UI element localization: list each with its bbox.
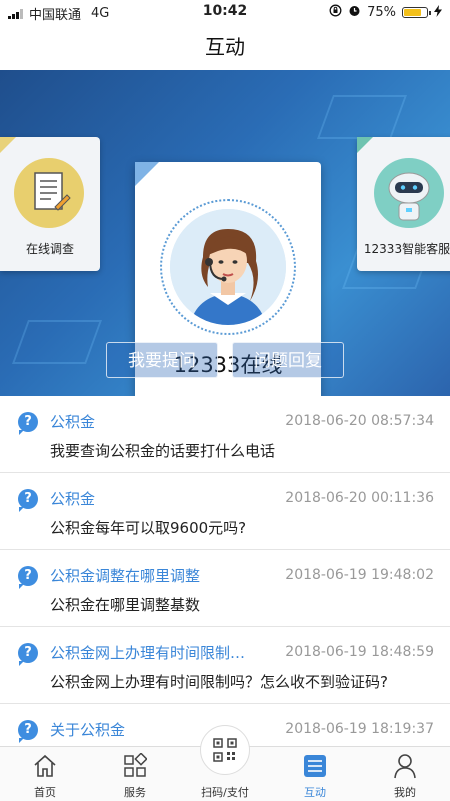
robot-icon: [374, 158, 444, 228]
question-time: 2018-06-19 18:48:59: [285, 644, 434, 660]
scan-button-circle: [200, 725, 250, 775]
survey-icon: [14, 158, 84, 228]
question-icon: ?: [18, 489, 38, 512]
qr-code-icon: [213, 738, 237, 762]
list-item[interactable]: ? 公积金 2018-06-20 08:57:34 我要查询公积金的话要打什么电…: [0, 396, 450, 473]
agent-avatar-ring: [160, 199, 296, 335]
question-time: 2018-06-20 00:11:36: [285, 490, 434, 506]
question-reply-button[interactable]: 问题回复: [232, 342, 344, 378]
status-right: 75%: [329, 4, 442, 21]
list-icon: [304, 755, 326, 777]
question-icon: ?: [18, 412, 38, 435]
ask-question-button[interactable]: 我要提问: [106, 342, 218, 378]
question-icon: ?: [18, 566, 38, 589]
grid-icon: [124, 753, 147, 777]
question-icon: ?: [18, 720, 38, 743]
battery-percent: 75%: [367, 5, 396, 20]
charging-icon: [434, 4, 442, 21]
tab-scan-pay[interactable]: 扫码/支付: [180, 725, 270, 801]
list-item[interactable]: ? 公积金调整在哪里调整 2018-06-19 19:48:02 公积金在哪里调…: [0, 550, 450, 627]
question-text: 我要查询公积金的话要打什么电话: [50, 442, 276, 460]
tab-mine[interactable]: 我的: [360, 747, 450, 801]
battery-icon: [402, 7, 431, 18]
decorative-hex: [316, 95, 408, 139]
question-category: 公积金: [50, 490, 96, 508]
tab-service-label: 服务: [124, 786, 146, 799]
question-icon: ?: [18, 643, 38, 666]
tab-service[interactable]: 服务: [90, 747, 180, 801]
person-icon: [394, 754, 416, 779]
status-bar: 中国联通 4G 10:42 75%: [0, 0, 450, 24]
question-time: 2018-06-20 08:57:34: [285, 413, 434, 429]
home-icon: [34, 754, 56, 777]
online-survey-label: 在线调查: [25, 242, 74, 256]
question-list: ? 公积金 2018-06-20 08:57:34 我要查询公积金的话要打什么电…: [0, 396, 450, 746]
bottom-tab-bar: 首页 服务 扫码/支付 互动 我的: [0, 725, 450, 801]
question-time: 2018-06-19 18:19:37: [285, 721, 434, 737]
question-text: 公积金在哪里调整基数: [50, 596, 201, 614]
tab-interaction[interactable]: 互动: [270, 747, 360, 801]
smart-service-label: 12333智能客服: [363, 242, 450, 256]
interaction-banner: 在线调查 12333智能客服 12333在线 我要提问 问题回复: [0, 70, 450, 396]
tab-home[interactable]: 首页: [0, 747, 90, 801]
card-corner: [0, 137, 16, 153]
question-text: 公积金网上办理有时间限制吗？怎么收不到验证码?: [50, 673, 388, 691]
list-item[interactable]: ? 公积金网上办理有时间限制吗... 2018-06-19 18:48:59 公…: [0, 627, 450, 704]
online-survey-card[interactable]: 在线调查: [0, 137, 100, 271]
list-item[interactable]: ? 公积金 2018-06-20 00:11:36 公积金每年可以取9600元吗…: [0, 473, 450, 550]
card-corner: [135, 162, 159, 186]
question-category: 公积金: [50, 413, 96, 431]
tab-interaction-label: 互动: [304, 786, 326, 799]
agent-avatar-icon: [170, 209, 286, 325]
tab-home-label: 首页: [34, 786, 56, 799]
decorative-hex: [11, 320, 103, 364]
page-title: 互动: [0, 24, 450, 70]
alarm-icon: [348, 4, 361, 21]
tab-scan-pay-label: 扫码/支付: [201, 786, 249, 799]
question-category: 公积金网上办理有时间限制吗...: [50, 644, 250, 662]
tab-mine-label: 我的: [394, 786, 416, 799]
smart-service-card[interactable]: 12333智能客服: [357, 137, 450, 271]
card-corner: [357, 137, 373, 153]
orientation-lock-icon: [329, 4, 342, 21]
question-category: 公积金调整在哪里调整: [50, 567, 201, 585]
question-time: 2018-06-19 19:48:02: [285, 567, 434, 583]
question-text: 公积金每年可以取9600元吗?: [50, 519, 247, 537]
